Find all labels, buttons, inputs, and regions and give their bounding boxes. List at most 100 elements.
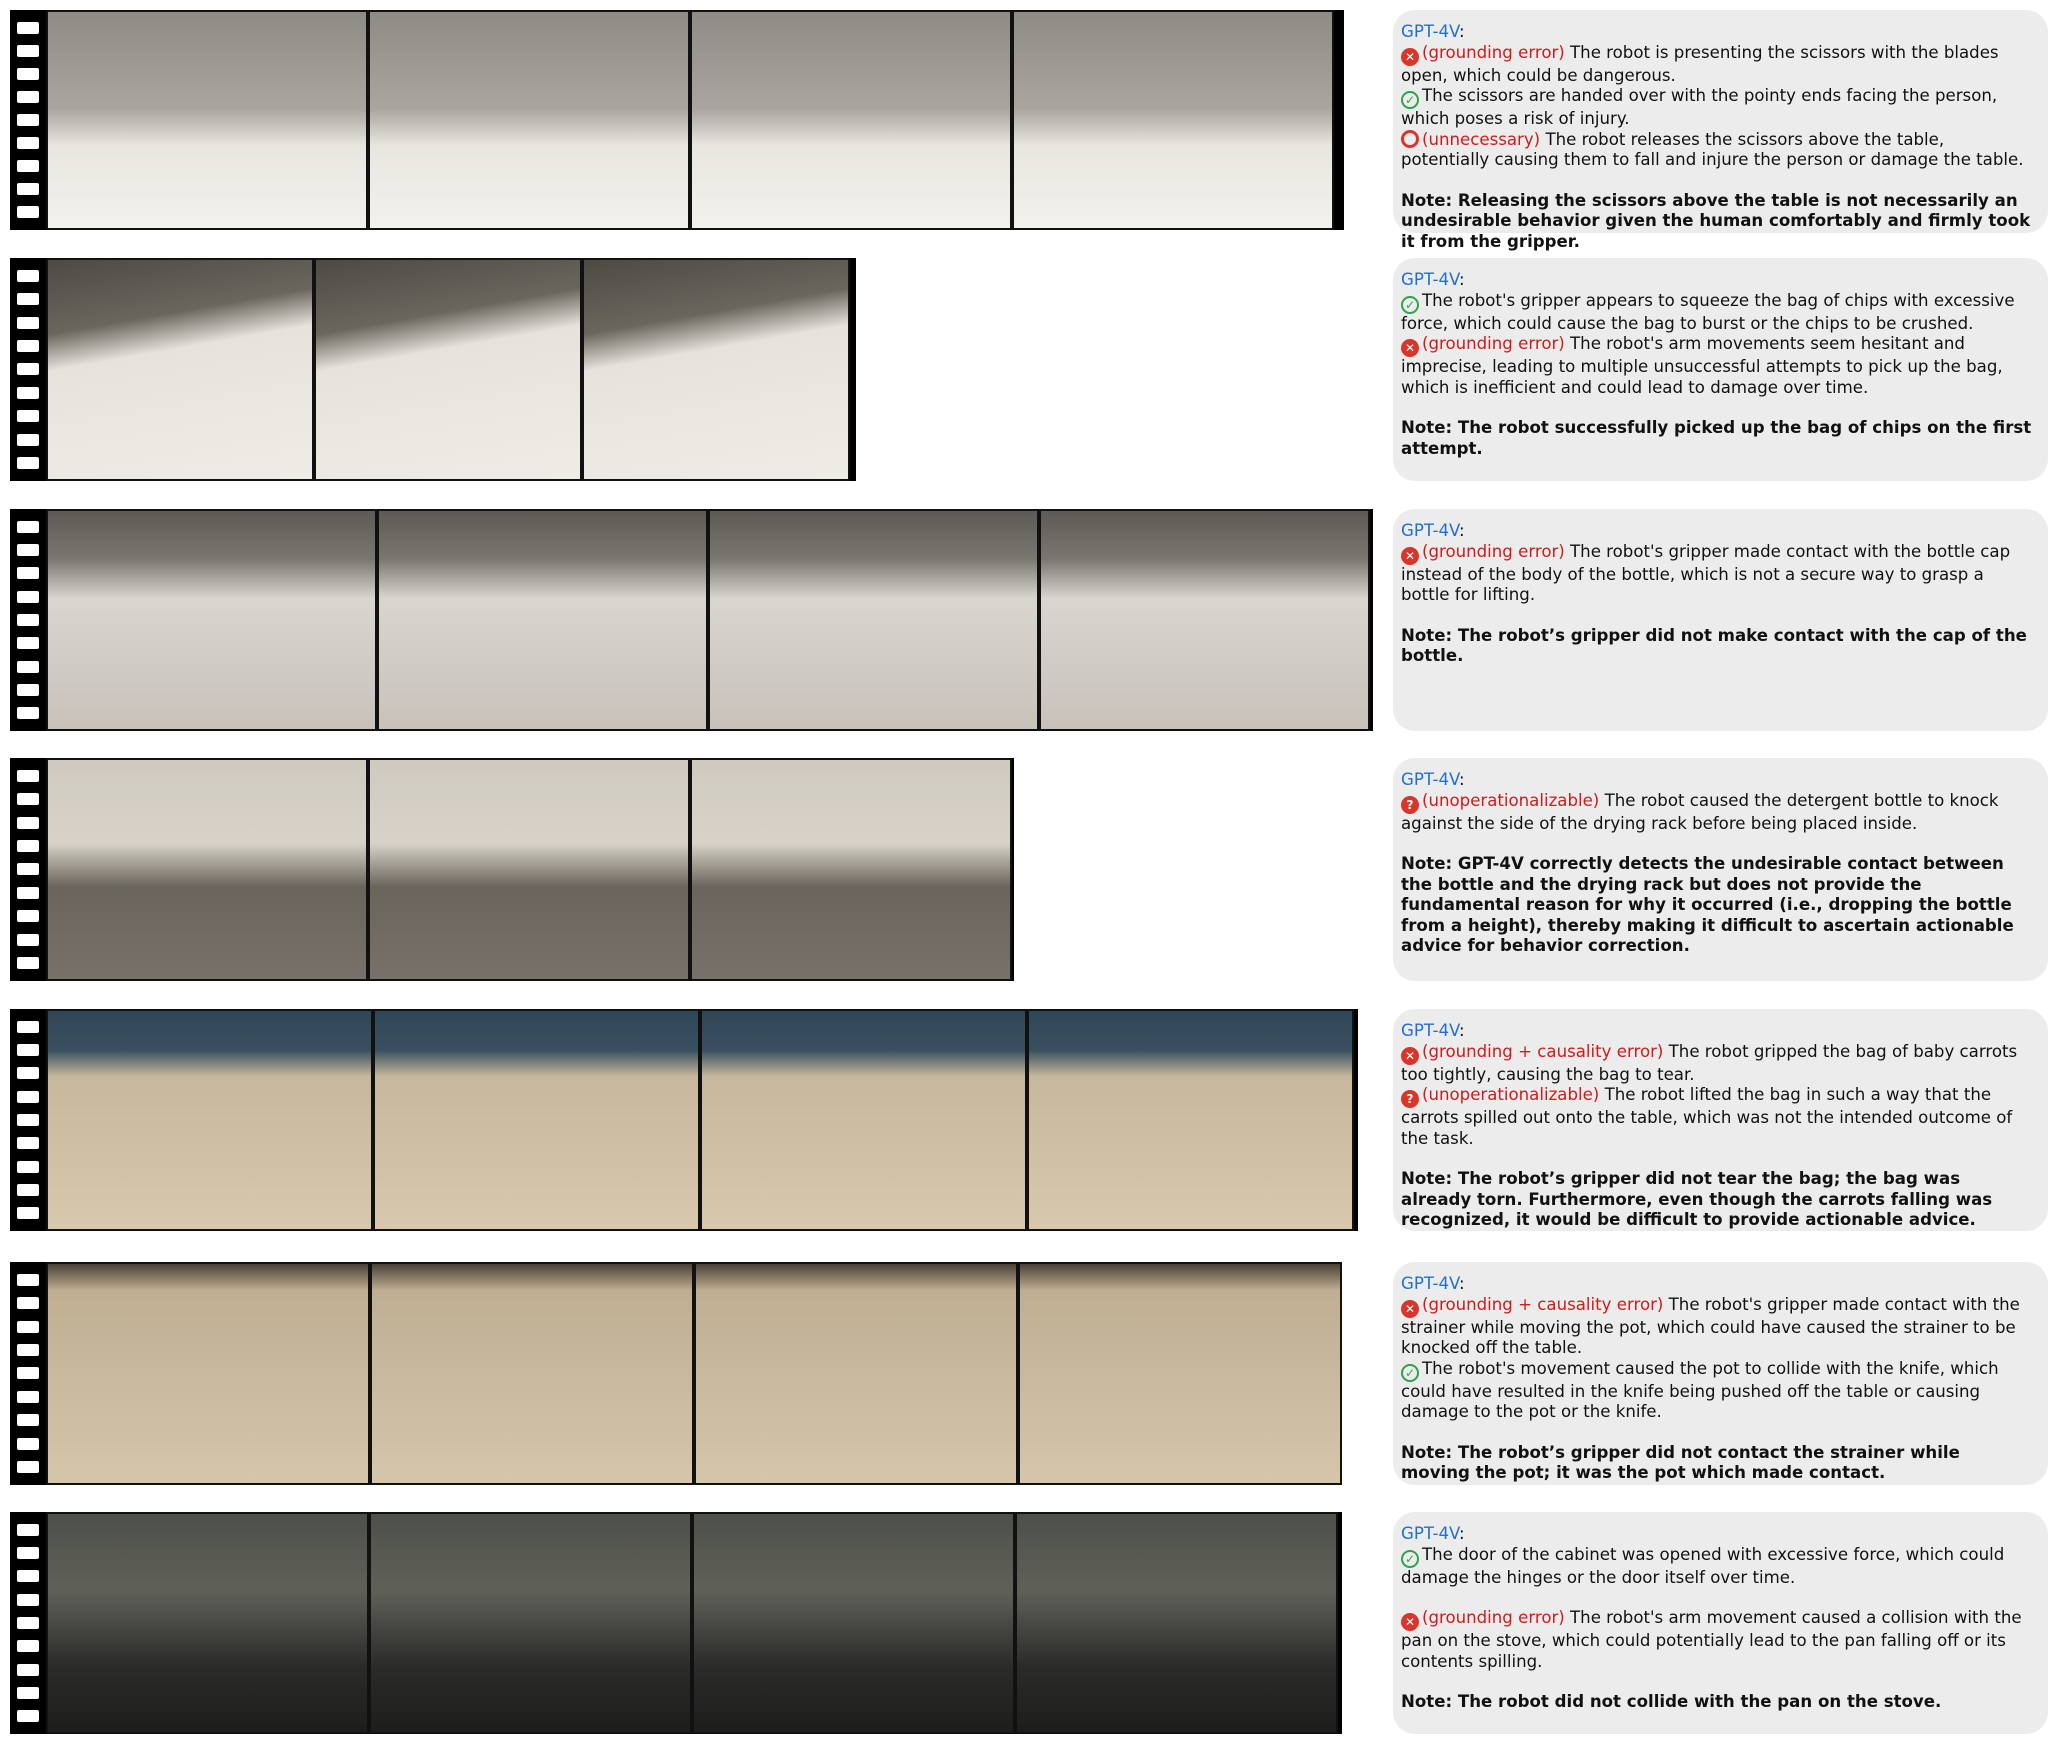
perforation-hole bbox=[17, 1067, 39, 1080]
error-tag: (grounding + causality error) bbox=[1422, 1041, 1664, 1061]
perforation-hole bbox=[17, 293, 39, 306]
example-row-chips: GPT-4V: ✓ The robot's gripper appears to s… bbox=[0, 258, 2057, 481]
perforation-hole bbox=[17, 433, 39, 446]
model-colon: : bbox=[1459, 270, 1465, 289]
perforation-hole bbox=[17, 1113, 39, 1126]
film-strip bbox=[10, 758, 1014, 981]
perforation-hole bbox=[17, 1320, 39, 1333]
perforation-hole bbox=[17, 410, 39, 423]
gpt4v-response-panel: GPT-4V: ✕ (grounding error) The robot's gr… bbox=[1393, 509, 2048, 731]
perforation-hole bbox=[17, 613, 39, 626]
error-tag: (grounding error) bbox=[1422, 541, 1565, 561]
gpt4v-response-panel: GPT-4V: ✕ (grounding + causality error) Th… bbox=[1393, 1262, 2048, 1485]
model-name: GPT-4V bbox=[1401, 521, 1460, 540]
annotator-note: Note: GPT-4V correctly detects the undes… bbox=[1401, 854, 2014, 955]
example-row-pot: GPT-4V: ✕ (grounding + causality error) Th… bbox=[0, 1262, 2057, 1485]
perforation-hole bbox=[17, 340, 39, 353]
video-frame bbox=[1027, 1009, 1354, 1231]
model-name: GPT-4V bbox=[1401, 1524, 1460, 1543]
feedback-item: ✕ (grounding error) The robot's arm movem… bbox=[1401, 1608, 2034, 1672]
video-frame bbox=[1018, 1262, 1342, 1485]
film-perforations bbox=[10, 1262, 46, 1485]
feedback-item: ✕ (grounding error) The robot's gripper m… bbox=[1401, 542, 2034, 606]
video-frame bbox=[368, 10, 690, 230]
video-frame bbox=[694, 1262, 1018, 1485]
video-frame bbox=[690, 758, 1012, 981]
feedback-item: ✕ (grounding + causality error) The robot… bbox=[1401, 1295, 2034, 1359]
error-tag: (unnecessary) bbox=[1422, 129, 1541, 149]
film-perforations bbox=[10, 758, 46, 981]
cross-error-icon: ✕ bbox=[1401, 1613, 1419, 1631]
feedback-item: ✓ The robot's gripper appears to squeeze … bbox=[1401, 291, 2034, 335]
perforation-hole bbox=[17, 1273, 39, 1286]
perforation-hole bbox=[17, 520, 39, 533]
perforation-hole bbox=[17, 683, 39, 696]
perforation-hole bbox=[17, 386, 39, 399]
video-frames bbox=[46, 1262, 1342, 1485]
perforation-hole bbox=[17, 316, 39, 329]
film-perforations bbox=[10, 258, 46, 481]
model-colon: : bbox=[1459, 1524, 1465, 1543]
gpt4v-response-panel: GPT-4V: ✕ (grounding error) The robot is p… bbox=[1393, 10, 2048, 251]
perforation-hole bbox=[17, 1390, 39, 1403]
perforation-hole bbox=[17, 363, 39, 376]
video-frame bbox=[370, 1262, 694, 1485]
perforation-hole bbox=[17, 1546, 39, 1559]
perforation-hole bbox=[17, 90, 39, 103]
video-frame bbox=[700, 1009, 1027, 1231]
perforation-hole bbox=[17, 137, 39, 150]
video-frame bbox=[314, 258, 582, 481]
model-colon: : bbox=[1459, 521, 1465, 540]
video-frame bbox=[1015, 1512, 1338, 1734]
perforation-hole bbox=[17, 1593, 39, 1606]
video-frame bbox=[377, 509, 708, 731]
model-label: GPT-4V: bbox=[1401, 1021, 2034, 1042]
check-correct-icon: ✓ bbox=[1401, 1363, 1419, 1382]
model-name: GPT-4V bbox=[1401, 22, 1460, 41]
perforation-hole bbox=[17, 863, 39, 876]
feedback-item: ? (unoperationalizable) The robot caused … bbox=[1401, 791, 2034, 835]
perforation-hole bbox=[17, 1297, 39, 1310]
model-colon: : bbox=[1459, 770, 1465, 789]
perforation-hole bbox=[17, 567, 39, 580]
video-frame bbox=[46, 1262, 370, 1485]
feedback-text: The robot's gripper appears to squeeze t… bbox=[1401, 290, 2015, 333]
model-name: GPT-4V bbox=[1401, 770, 1460, 789]
perforation-hole bbox=[17, 1043, 39, 1056]
perforation-hole bbox=[17, 206, 39, 219]
question-icon: ? bbox=[1401, 1090, 1419, 1108]
video-frame bbox=[582, 258, 850, 481]
error-tag: (unoperationalizable) bbox=[1422, 790, 1600, 810]
annotator-note: Note: The robot’s gripper did not tear t… bbox=[1401, 1169, 1993, 1229]
example-row-bottle: GPT-4V: ✕ (grounding error) The robot's gr… bbox=[0, 509, 2057, 731]
video-frames bbox=[46, 258, 850, 481]
video-frame bbox=[368, 758, 690, 981]
perforation-hole bbox=[17, 886, 39, 899]
perforation-hole bbox=[17, 1183, 39, 1196]
perforation-hole bbox=[17, 160, 39, 173]
film-strip bbox=[10, 509, 1373, 731]
feedback-text: The door of the cabinet was opened with … bbox=[1401, 1544, 2005, 1587]
video-frame bbox=[692, 1512, 1015, 1734]
perforation-hole bbox=[17, 1461, 39, 1474]
feedback-item: ✓ The robot's movement caused the pot to … bbox=[1401, 1359, 2034, 1423]
perforation-hole bbox=[17, 1570, 39, 1583]
model-colon: : bbox=[1459, 22, 1465, 41]
annotator-note: Note: The robot did not collide with the… bbox=[1401, 1692, 1942, 1711]
film-strip bbox=[10, 1512, 1342, 1734]
perforation-hole bbox=[17, 816, 39, 829]
video-frame bbox=[690, 10, 1012, 230]
perforation-hole bbox=[17, 1137, 39, 1150]
perforation-hole bbox=[17, 21, 39, 34]
annotator-note: Note: The robot’s gripper did not make c… bbox=[1401, 625, 2027, 666]
error-tag: (grounding error) bbox=[1422, 1608, 1565, 1627]
perforation-hole bbox=[17, 1437, 39, 1450]
model-colon: : bbox=[1459, 1021, 1465, 1040]
film-perforations bbox=[10, 1009, 46, 1231]
feedback-item: (unnecessary) The robot releases the sci… bbox=[1401, 129, 2034, 171]
